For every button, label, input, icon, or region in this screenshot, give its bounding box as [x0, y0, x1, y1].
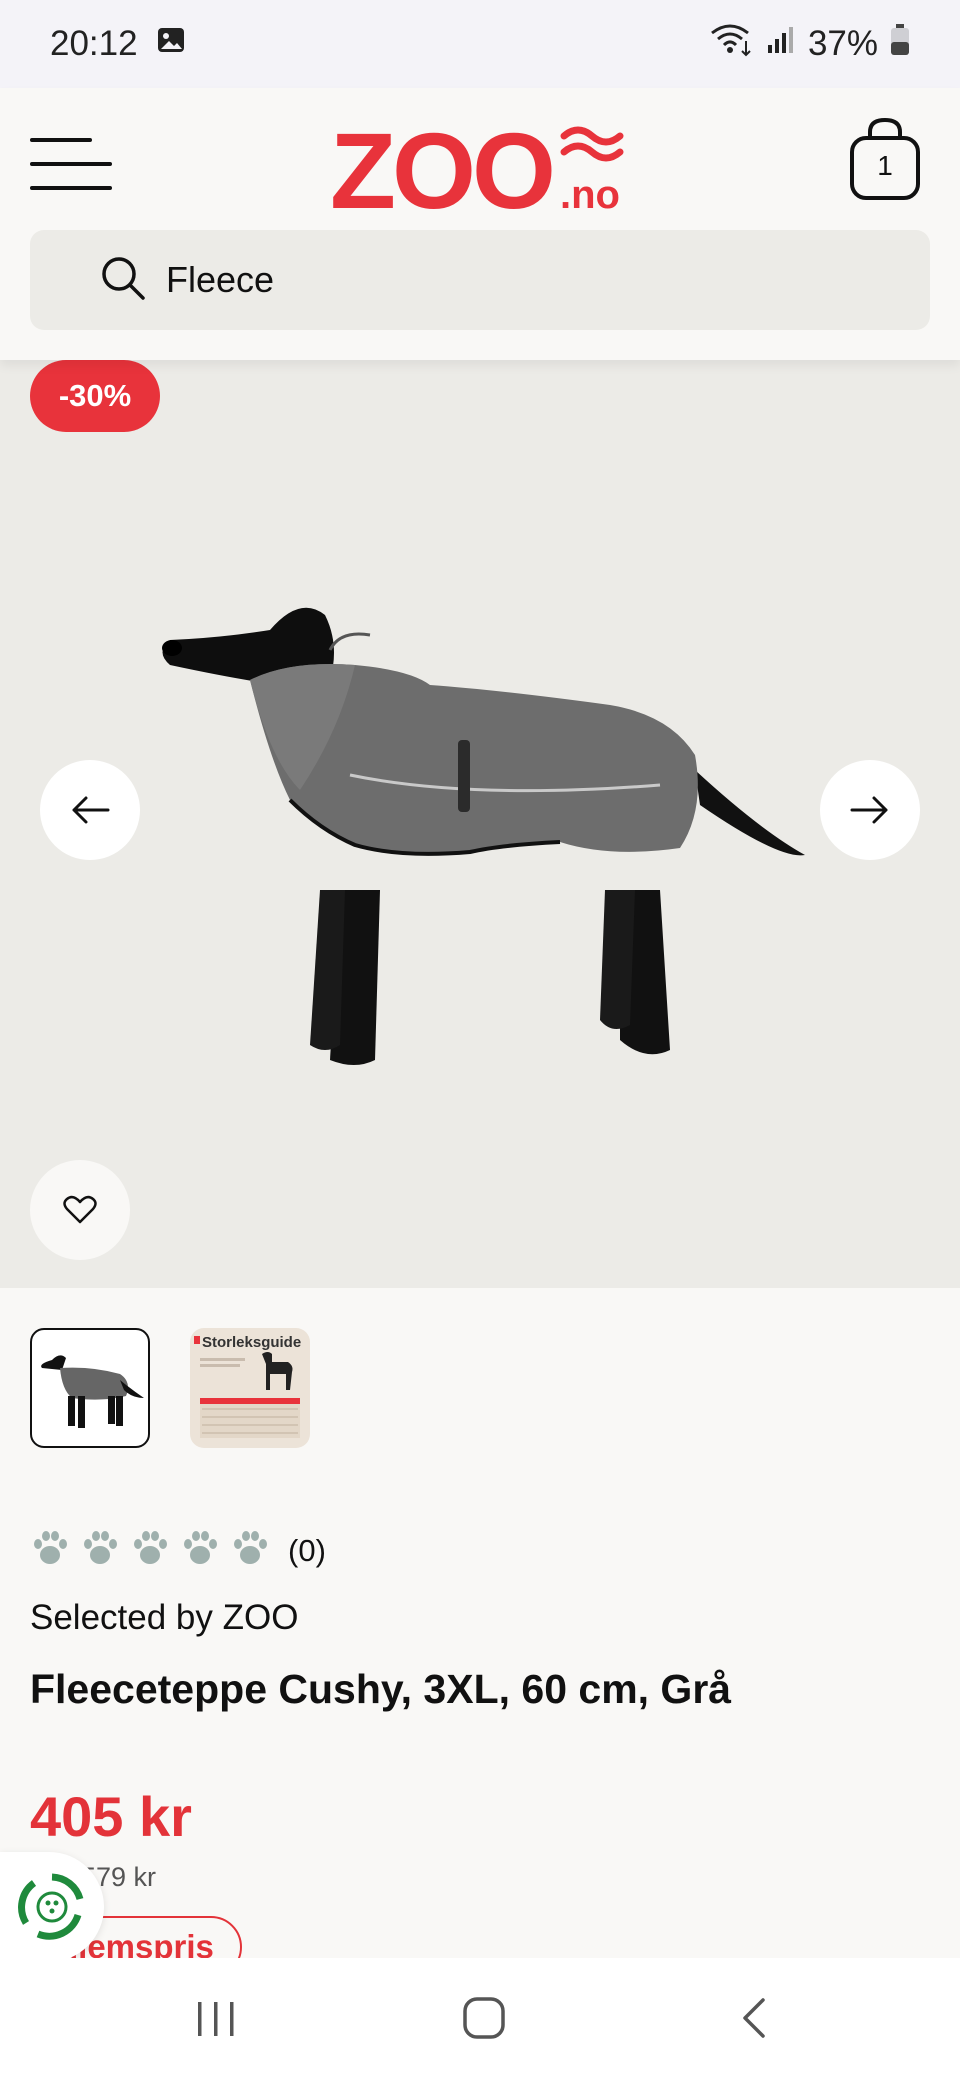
- paw-icon: [30, 1528, 70, 1573]
- product-brand: Selected by ZOO: [30, 1598, 299, 1637]
- zoo-logo[interactable]: ZOO .no: [330, 108, 635, 231]
- back-icon: [743, 1998, 765, 2038]
- system-navigation-bar: [0, 1958, 960, 2080]
- favorite-button[interactable]: [30, 1160, 130, 1260]
- hamburger-icon-line: [30, 138, 92, 142]
- thumbnail-1[interactable]: [30, 1328, 150, 1448]
- thumbnail-dog-image: [41, 1355, 144, 1428]
- search-value: Fleece: [166, 259, 275, 300]
- next-image-button[interactable]: [820, 760, 920, 860]
- wifi-icon: [710, 23, 754, 66]
- logo-suffix: .no: [560, 173, 620, 217]
- search-icon: [100, 255, 146, 306]
- search-input[interactable]: Fleece: [30, 230, 930, 330]
- product-title: Fleeceteppe Cushy, 3XL, 60 cm, Grå: [30, 1666, 732, 1712]
- logo-text: ZOO: [330, 110, 552, 218]
- battery-icon: [890, 23, 910, 65]
- hamburger-icon-line: [30, 162, 112, 166]
- site-header: ZOO .no 1 Fleece: [0, 88, 960, 360]
- size-guide-image: [194, 1336, 300, 1438]
- page: 20:12 37% ZOO .no 1 Fleece -30% Storleks…: [0, 0, 960, 2080]
- paw-icon: [130, 1528, 170, 1573]
- logo-graphic: ZOO .no: [330, 110, 624, 231]
- status-time: 20:12: [50, 24, 138, 63]
- product-price: 405 kr: [30, 1785, 192, 1848]
- discount-badge: -30%: [30, 360, 160, 432]
- thumbnail-2[interactable]: Storleksguide: [190, 1328, 310, 1448]
- heart-icon: [63, 1195, 97, 1224]
- status-right-group: 37%: [710, 23, 910, 66]
- paw-icon: [80, 1528, 120, 1573]
- eco-recycle-icon: [18, 1873, 84, 1940]
- signal-icon: [766, 24, 796, 64]
- home-icon: [463, 1997, 505, 2039]
- paw-icon: [180, 1528, 220, 1573]
- status-bar: 20:12 37%: [0, 0, 960, 88]
- arrow-right-icon: [850, 796, 888, 824]
- rating[interactable]: (0): [30, 1528, 326, 1573]
- paw-icon: [230, 1528, 270, 1573]
- cart-count: 1: [877, 150, 893, 181]
- arrow-left-icon: [72, 796, 110, 824]
- home-button[interactable]: [444, 1988, 524, 2048]
- rating-count: (0): [288, 1532, 326, 1568]
- gallery-icon: [156, 24, 186, 64]
- hamburger-icon-line: [30, 186, 112, 190]
- battery-percent: 37%: [807, 24, 878, 63]
- status-time-group: 20:12: [50, 24, 186, 64]
- recent-apps-button[interactable]: [176, 1988, 256, 2048]
- product-image-carousel[interactable]: -30%: [0, 360, 960, 1288]
- previous-image-button[interactable]: [40, 760, 140, 860]
- back-button[interactable]: [714, 1988, 794, 2048]
- recent-apps-icon: [198, 2002, 234, 2036]
- product-image: [162, 607, 805, 1065]
- menu-button[interactable]: [30, 132, 112, 194]
- cart-button[interactable]: 1: [848, 116, 922, 202]
